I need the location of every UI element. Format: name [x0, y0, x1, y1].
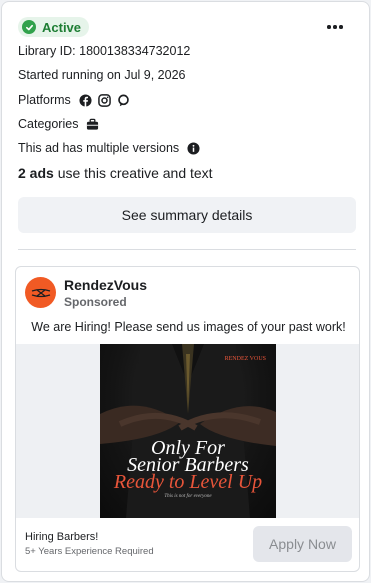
apply-now-button[interactable]: Apply Now — [253, 526, 352, 562]
divider — [18, 249, 356, 250]
ad-creative-image: RENDEZ VOUS Only For Senior Barbers Read… — [100, 344, 276, 518]
versions-text: This ad has multiple versions — [18, 141, 180, 155]
scissors-logo-icon — [31, 288, 50, 297]
check-circle-icon — [22, 20, 36, 34]
instagram-icon — [97, 93, 111, 107]
library-id: Library ID: 1800138334732012 — [18, 44, 191, 58]
footer-subtitle: 5+ Years Experience Required — [25, 546, 154, 557]
ads-count-number: 2 ads — [18, 165, 54, 181]
ads-count: 2 ads use this creative and text — [18, 165, 213, 181]
messenger-icon — [118, 94, 129, 106]
versions-row: This ad has multiple versions — [18, 139, 200, 157]
advertiser-name[interactable]: RendezVous — [64, 277, 147, 293]
status-badge: Active — [18, 17, 90, 37]
creative-brand: RENDEZ VOUS — [224, 356, 266, 362]
creative-headline-3: Ready to Level Up — [113, 471, 263, 493]
start-date: Started running on Jul 9, 2026 — [18, 68, 186, 82]
briefcase-icon — [87, 118, 99, 130]
categories-label: Categories — [18, 117, 79, 131]
ad-library-card: Active Library ID: 1800138334732012 Star… — [1, 1, 370, 582]
info-icon[interactable] — [187, 141, 200, 155]
ad-body-text: We are Hiring! Please send us images of … — [31, 320, 346, 334]
ads-count-text: use this creative and text — [53, 165, 213, 181]
more-options-icon[interactable] — [323, 18, 347, 36]
status-row: Active — [18, 17, 90, 37]
sponsored-label: Sponsored — [64, 295, 127, 309]
see-summary-button[interactable]: See summary details — [18, 197, 356, 233]
platforms-row: Platforms — [18, 91, 130, 109]
ad-preview: RendezVous Sponsored We are Hiring! Plea… — [15, 266, 360, 572]
advertiser-avatar[interactable] — [25, 277, 56, 308]
facebook-icon — [79, 93, 92, 107]
status-label: Active — [42, 19, 82, 35]
footer-title: Hiring Barbers! — [25, 531, 99, 543]
categories-row: Categories — [18, 115, 99, 133]
creative-tagline: This is not for everyone — [164, 494, 212, 499]
platforms-label: Platforms — [18, 93, 71, 107]
